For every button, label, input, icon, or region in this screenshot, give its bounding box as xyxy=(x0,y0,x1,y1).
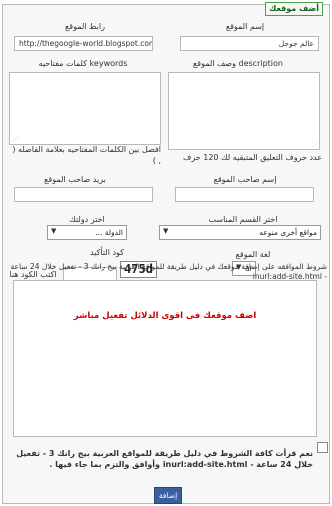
description-textarea[interactable]: ⋰ xyxy=(168,72,320,150)
captcha-label: كود التأكيد xyxy=(90,248,124,257)
conditions-box[interactable]: اضف موقعك فى اقوى الدلائل تفعيل مباشر xyxy=(13,280,317,437)
add-site-form: أضف موقعك إسم الموقع عالم جوجل رابط المو… xyxy=(2,2,330,504)
site-url-input[interactable]: http://thegoogle-world.blogspot.com/ xyxy=(14,36,153,51)
keywords-label: كلمات مفتاحيه keywords xyxy=(38,59,128,68)
resize-grip-icon[interactable]: ⋰ xyxy=(312,141,318,148)
category-selected: مواقع أخرى منوعه xyxy=(259,228,317,237)
site-name-input[interactable]: عالم جوجل xyxy=(180,36,319,51)
category-select[interactable]: مواقع أخرى منوعه ▼ xyxy=(159,225,321,240)
description-label: وصف الموقع description xyxy=(192,59,283,68)
category-label: اختر القسم المناسب xyxy=(208,215,278,224)
keywords-separator-note: افصل بين الكلمات المفتاحيه بعلامة الفاصل… xyxy=(12,145,161,165)
owner-name-label: إسم صاحب الموقع xyxy=(213,175,277,184)
country-selected: الدولة ... xyxy=(95,228,123,237)
description-char-note: عدد حروف التعليق المتبقيه لك 120 حرف xyxy=(183,153,322,162)
chevron-down-icon: ▼ xyxy=(51,227,57,235)
owner-name-input[interactable] xyxy=(175,187,314,202)
country-select[interactable]: الدولة ... ▼ xyxy=(47,225,127,240)
country-label: اختر دولتك xyxy=(69,215,105,224)
site-name-label: إسم الموقع xyxy=(225,22,265,31)
owner-email-label: بريد صاحب الموقع xyxy=(44,175,106,184)
submit-button[interactable]: إضافة xyxy=(154,487,182,504)
keywords-textarea[interactable]: ⋰ xyxy=(9,72,161,145)
form-legend: أضف موقعك xyxy=(265,2,323,16)
agree-terms-text: نعم قرأت كافة الشروط في دليل طريقة للموا… xyxy=(16,449,313,469)
chevron-down-icon: ▼ xyxy=(163,227,169,235)
site-url-label: رابط الموقع xyxy=(65,22,105,31)
conditions-text: اضف موقعك فى اقوى الدلائل تفعيل مباشر xyxy=(73,311,257,321)
owner-email-input[interactable] xyxy=(14,187,153,202)
agree-checkbox[interactable] xyxy=(317,442,328,453)
language-label: لغة الموقع xyxy=(235,250,271,259)
conditions-label: شروط الموافقه على إضافة موقعك في دليل طر… xyxy=(10,262,327,281)
resize-grip-icon[interactable]: ⋰ xyxy=(12,136,18,143)
